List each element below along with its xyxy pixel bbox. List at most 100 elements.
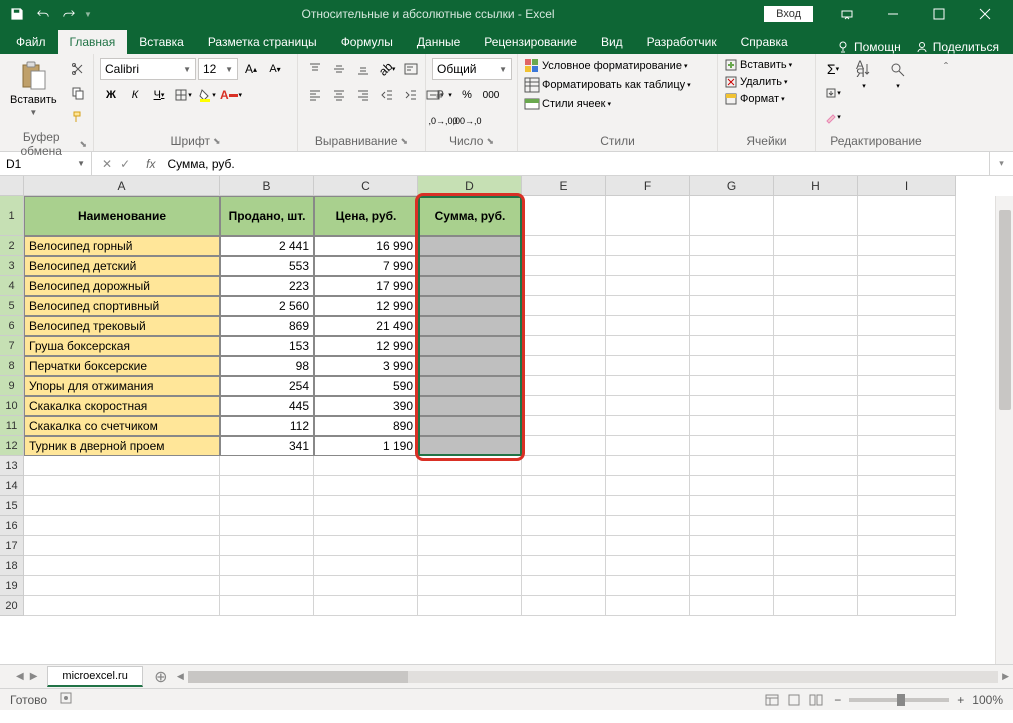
cell[interactable] [522,496,606,516]
clear-icon[interactable]: ▾ [822,106,844,128]
italic-button[interactable]: К [124,84,146,106]
cell[interactable] [774,536,858,556]
fx-icon[interactable]: fx [140,152,161,175]
cell[interactable] [522,536,606,556]
cell[interactable] [522,436,606,456]
orientation-icon[interactable]: ab▾ [376,58,398,80]
cell[interactable] [606,456,690,476]
cell-sum[interactable] [418,336,522,356]
cell[interactable] [774,316,858,336]
increase-decimal-icon[interactable]: ,0→,00 [432,110,454,132]
decrease-decimal-icon[interactable]: ,00→,0 [456,110,478,132]
row-header[interactable]: 6 [0,316,24,336]
zoom-slider[interactable] [849,698,949,702]
save-icon[interactable] [6,3,28,25]
tab-review[interactable]: Рецензирование [472,30,589,54]
cell-price[interactable]: 16 990 [314,236,418,256]
cell[interactable] [220,596,314,616]
cell-name[interactable]: Скакалка со счетчиком [24,416,220,436]
cell[interactable] [220,556,314,576]
zoom-out-button[interactable]: − [834,693,841,707]
increase-indent-icon[interactable] [400,84,422,106]
cell[interactable] [690,356,774,376]
cancel-formula-icon[interactable]: ✕ [102,157,112,171]
format-as-table-button[interactable]: Форматировать как таблицу▾ [524,77,691,93]
format-cells-button[interactable]: Формат▾ [724,92,785,106]
cell[interactable] [24,556,220,576]
macro-record-icon[interactable] [59,691,73,708]
cell-sum[interactable] [418,256,522,276]
cell[interactable] [774,296,858,316]
font-launcher-icon[interactable]: ⬊ [213,136,221,147]
cell-qty[interactable]: 341 [220,436,314,456]
cell-price[interactable]: 12 990 [314,296,418,316]
cell-sum[interactable] [418,236,522,256]
cell-name[interactable]: Упоры для отжимания [24,376,220,396]
share-button[interactable]: Поделиться [915,40,999,54]
cell[interactable] [690,476,774,496]
cell[interactable] [690,576,774,596]
cell-sum[interactable] [418,396,522,416]
cell[interactable] [418,476,522,496]
close-icon[interactable] [963,0,1007,28]
cell[interactable] [690,456,774,476]
cell[interactable] [24,576,220,596]
cell[interactable] [774,476,858,496]
font-size-combo[interactable]: 12▼ [198,58,238,80]
cell[interactable] [774,556,858,576]
cell[interactable] [220,496,314,516]
cell[interactable] [774,576,858,596]
cell-sum[interactable] [418,356,522,376]
cell[interactable] [522,456,606,476]
tab-data[interactable]: Данные [405,30,472,54]
cell[interactable] [606,356,690,376]
cell[interactable] [774,196,858,236]
cell-qty[interactable]: 223 [220,276,314,296]
cell[interactable] [858,476,956,496]
tab-file[interactable]: Файл [4,30,58,54]
cell[interactable] [314,596,418,616]
ribbon-options-icon[interactable] [825,0,869,28]
cell[interactable] [858,256,956,276]
row-header[interactable]: 2 [0,236,24,256]
cell[interactable] [858,416,956,436]
cell-price[interactable]: 390 [314,396,418,416]
login-button[interactable]: Вход [764,6,813,22]
cell[interactable] [774,396,858,416]
cell-qty[interactable]: 869 [220,316,314,336]
underline-button[interactable]: Ч ▾ [148,84,170,106]
cut-icon[interactable] [67,58,89,80]
cell-sum[interactable] [418,376,522,396]
autosum-icon[interactable]: Σ▾ [822,58,844,80]
row-header[interactable]: 12 [0,436,24,456]
cell[interactable] [774,416,858,436]
cell[interactable] [418,596,522,616]
cell[interactable] [774,236,858,256]
cell[interactable] [314,516,418,536]
cell[interactable] [606,376,690,396]
cell[interactable] [606,416,690,436]
row-header[interactable]: 5 [0,296,24,316]
cell[interactable] [606,336,690,356]
row-header[interactable]: 20 [0,596,24,616]
cell[interactable] [522,596,606,616]
cell[interactable] [690,556,774,576]
cell[interactable] [690,316,774,336]
cell[interactable] [606,236,690,256]
grow-font-icon[interactable]: A▴ [240,58,262,80]
row-header[interactable]: 18 [0,556,24,576]
fill-color-icon[interactable]: ▾ [196,84,218,106]
find-select-icon[interactable]: ▾ [884,58,912,92]
cell[interactable] [690,496,774,516]
cell[interactable] [774,516,858,536]
cell[interactable] [418,576,522,596]
tab-insert[interactable]: Вставка [127,30,196,54]
insert-cells-button[interactable]: Вставить▾ [724,58,792,72]
cell[interactable] [858,196,956,236]
zoom-level[interactable]: 100% [972,693,1003,707]
cell-price[interactable]: 12 990 [314,336,418,356]
undo-icon[interactable] [32,3,54,25]
row-header[interactable]: 4 [0,276,24,296]
collapse-ribbon-icon[interactable]: ˆ [936,54,956,151]
row-header[interactable]: 8 [0,356,24,376]
